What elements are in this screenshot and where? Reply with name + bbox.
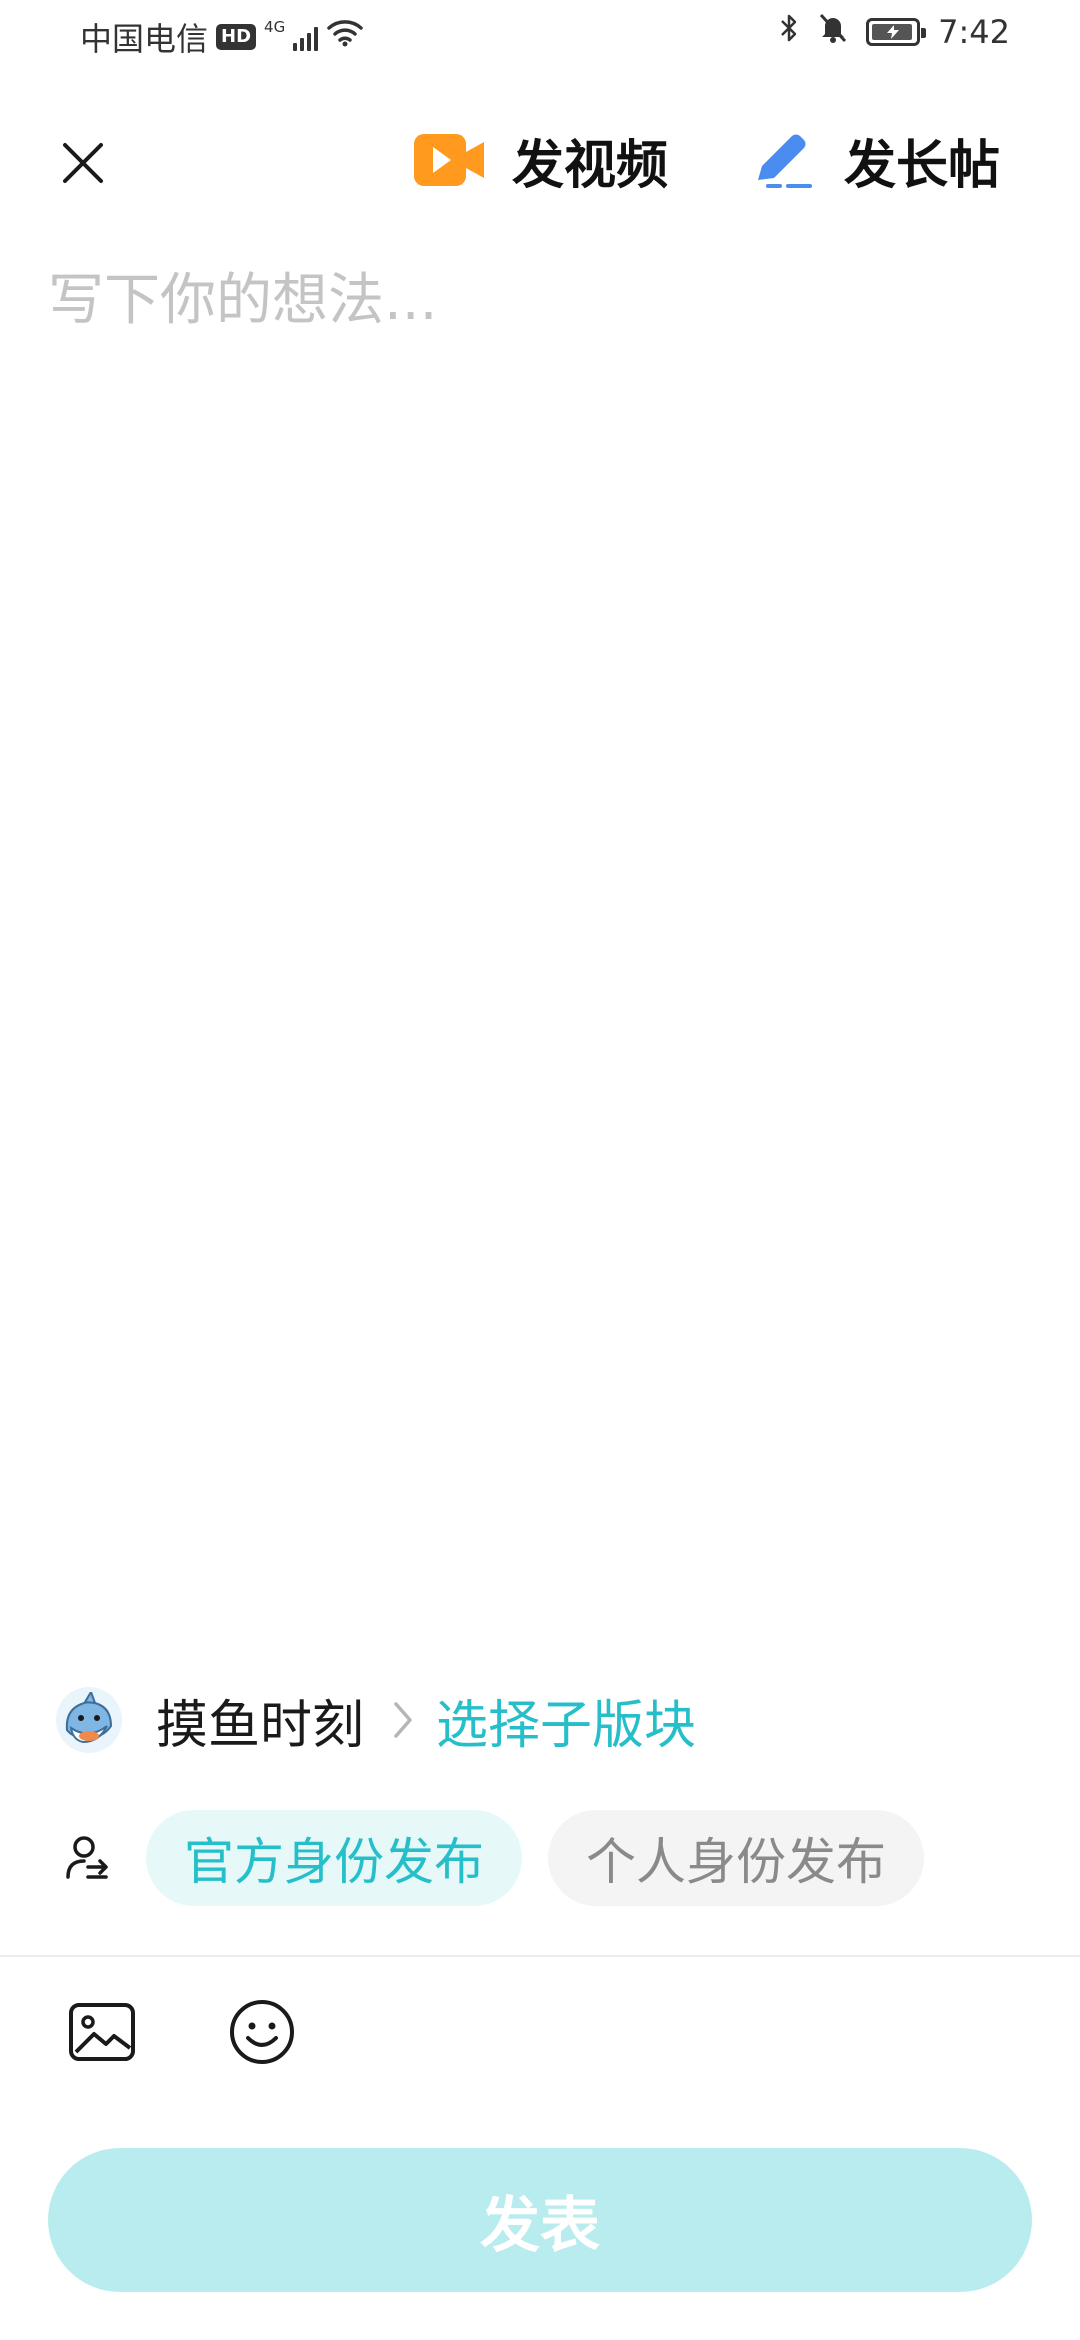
bluetooth-icon	[778, 12, 800, 52]
insert-emoji-button[interactable]	[226, 1996, 298, 2068]
identity-selector: 官方身份发布 个人身份发布	[56, 1806, 924, 1910]
chevron-right-icon	[392, 1700, 414, 1740]
video-camera-icon	[414, 134, 484, 186]
board-selector[interactable]: 摸鱼时刻 选择子版块	[56, 1680, 696, 1760]
pen-icon	[758, 134, 812, 188]
post-video-label: 发视频	[512, 135, 669, 196]
post-long-label: 发长帖	[844, 135, 1001, 196]
official-identity-label: 官方身份发布	[184, 1833, 484, 1891]
official-identity-chip[interactable]: 官方身份发布	[146, 1810, 522, 1906]
status-right: 7:42	[778, 12, 1010, 52]
toolbar	[66, 1996, 298, 2068]
switch-user-icon	[56, 1828, 116, 1888]
post-content-input[interactable]	[48, 268, 1032, 333]
publish-label: 发表	[480, 2190, 600, 2261]
image-icon	[69, 2003, 135, 2061]
battery-icon	[866, 18, 927, 46]
publish-button[interactable]: 发表	[48, 2148, 1032, 2292]
close-icon	[63, 143, 103, 183]
mute-bell-icon	[818, 12, 848, 52]
board-avatar	[56, 1687, 122, 1753]
network-type: 4G	[264, 18, 286, 36]
divider	[0, 1955, 1080, 1957]
personal-identity-chip[interactable]: 个人身份发布	[548, 1810, 924, 1906]
signal-icon	[293, 23, 319, 51]
carrier-info: 中国电信 HD 4G	[80, 14, 364, 60]
close-button[interactable]	[48, 128, 118, 198]
clock: 7:42	[938, 13, 1010, 51]
insert-image-button[interactable]	[66, 1996, 138, 2068]
board-name: 摸鱼时刻	[156, 1695, 365, 1756]
emoji-icon	[230, 2000, 294, 2064]
header: 发视频 发长帖	[0, 100, 1080, 220]
hd-badge: HD	[216, 24, 257, 50]
composer	[48, 268, 1032, 378]
wifi-icon	[326, 18, 364, 56]
status-bar: 中国电信 HD 4G 7:42	[0, 0, 1080, 72]
carrier-name: 中国电信	[80, 20, 209, 58]
post-video-button[interactable]: 发视频	[412, 120, 668, 200]
post-long-button[interactable]: 发长帖	[748, 120, 1000, 200]
select-subboard-link[interactable]: 选择子版块	[436, 1683, 696, 1758]
shark-mascot-icon	[65, 1692, 113, 1744]
personal-identity-label: 个人身份发布	[586, 1833, 886, 1891]
